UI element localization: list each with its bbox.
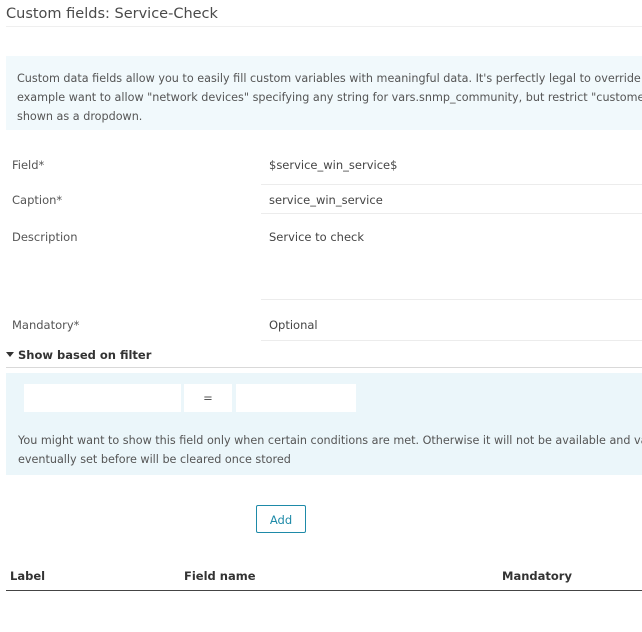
- title-divider: [6, 26, 642, 27]
- caption-row: Caption* service_win_service: [0, 192, 642, 214]
- info-text-line: Custom data fields allow you to easily f…: [17, 72, 642, 85]
- filter-left-input[interactable]: [24, 384, 181, 412]
- mandatory-label: Mandatory*: [12, 318, 80, 332]
- filter-hint: You might want to show this field only w…: [18, 431, 642, 469]
- table-header: Label Field name Mandatory: [6, 567, 642, 591]
- description-label: Description: [12, 230, 78, 244]
- column-header-field-name[interactable]: Field name: [184, 569, 256, 583]
- field-row: Field* $service_win_service$: [0, 155, 642, 185]
- filter-operator-select[interactable]: =: [184, 384, 232, 412]
- description-row: Description Service to check: [0, 229, 642, 300]
- mandatory-row: Mandatory* Optional: [0, 317, 642, 341]
- page-title: Custom fields: Service-Check: [6, 6, 218, 22]
- description-textarea[interactable]: Service to check: [261, 229, 642, 300]
- column-header-mandatory[interactable]: Mandatory: [502, 569, 572, 583]
- add-button[interactable]: Add: [256, 505, 306, 533]
- caret-down-icon: [6, 352, 14, 357]
- filter-right-input[interactable]: [236, 384, 356, 412]
- field-input[interactable]: $service_win_service$: [261, 155, 642, 185]
- info-text-line: shown as a dropdown.: [17, 110, 143, 123]
- filter-box: = You might want to show this field only…: [6, 373, 642, 475]
- filter-hint-line: You might want to show this field only w…: [18, 434, 642, 447]
- field-label: Field*: [12, 158, 45, 172]
- caption-label: Caption*: [12, 193, 63, 207]
- caption-input[interactable]: service_win_service: [261, 192, 642, 214]
- filter-section-title: Show based on filter: [18, 348, 152, 362]
- mandatory-select[interactable]: Optional: [261, 317, 642, 341]
- filter-hint-line: eventually set before will be cleared on…: [18, 453, 291, 466]
- column-header-label[interactable]: Label: [10, 569, 45, 583]
- info-text-line: example want to allow "network devices" …: [17, 91, 642, 104]
- info-box: Custom data fields allow you to easily f…: [6, 56, 642, 130]
- filter-section-toggle[interactable]: Show based on filter: [6, 348, 642, 368]
